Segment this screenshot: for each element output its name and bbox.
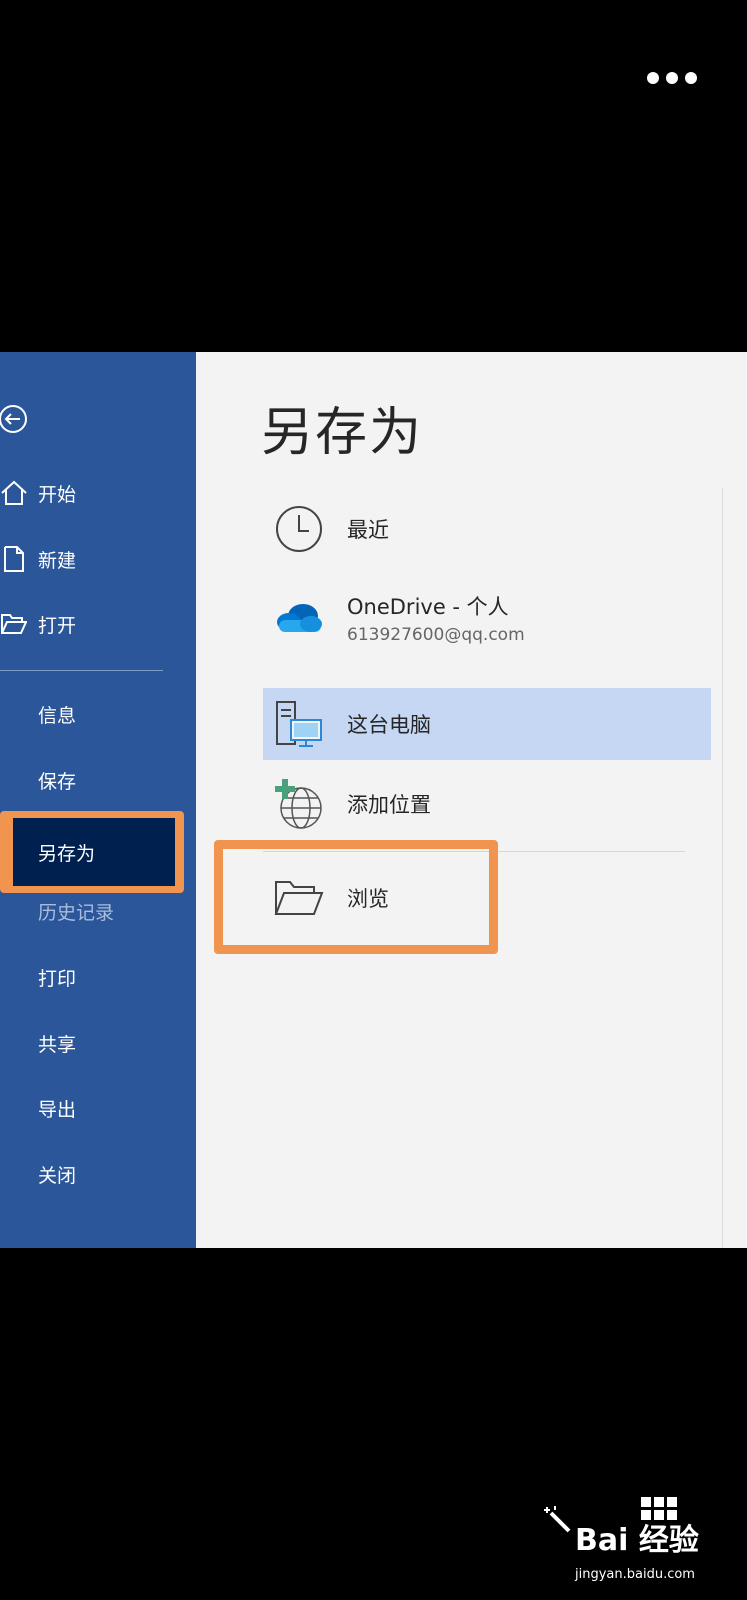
save-as-backstage: 开始 新建 打开 信息 保存 另存为 历史记录 打印 共享 导出 关闭 另存为 … — [0, 352, 747, 1248]
location-onedrive[interactable]: OneDrive - 个人 613927600@qq.com — [263, 580, 711, 656]
sidebar-item-label: 打开 — [38, 614, 77, 637]
this-pc-icon — [271, 696, 327, 752]
save-as-pane: 另存为 最近 OneDrive - 个人 613927600@qq.com 这台… — [196, 352, 747, 1248]
sidebar-item-close[interactable]: 关闭 — [0, 1156, 76, 1192]
sidebar-item-label: 导出 — [38, 1098, 77, 1121]
sidebar-item-label: 历史记录 — [38, 901, 115, 924]
sidebar-item-info[interactable]: 信息 — [0, 696, 76, 732]
sidebar-item-new[interactable]: 新建 — [0, 541, 76, 577]
home-icon — [0, 479, 28, 507]
open-folder-icon — [0, 610, 28, 638]
watermark-logo: Bai 经验 — [575, 1523, 699, 1558]
onedrive-cloud-icon — [271, 590, 327, 646]
sidebar-item-export[interactable]: 导出 — [0, 1090, 76, 1126]
sidebar-item-label: 关闭 — [38, 1164, 77, 1187]
new-document-icon — [0, 545, 28, 573]
watermark-url: jingyan.baidu.com — [575, 1567, 695, 1582]
sidebar-item-label: 开始 — [38, 483, 77, 506]
sidebar-item-open[interactable]: 打开 — [0, 606, 76, 642]
sidebar-item-history: 历史记录 — [0, 893, 114, 929]
magic-wand-icon — [544, 1506, 571, 1533]
location-label: OneDrive - 个人 — [347, 595, 509, 619]
location-recent[interactable]: 最近 — [263, 495, 711, 563]
sidebar-item-label: 打印 — [38, 967, 77, 990]
location-this-pc[interactable]: 这台电脑 — [263, 688, 711, 760]
sidebar-item-save[interactable]: 保存 — [0, 762, 76, 798]
location-label: 添加位置 — [347, 793, 431, 817]
sidebar-item-save-as[interactable]: 另存为 — [13, 818, 175, 886]
sidebar-item-home[interactable]: 开始 — [0, 475, 76, 511]
more-options-icon[interactable] — [647, 72, 697, 84]
sidebar-item-label: 新建 — [38, 549, 77, 572]
sidebar-item-label: 另存为 — [38, 842, 96, 865]
browse-highlight-box — [214, 840, 498, 954]
location-label: 这台电脑 — [347, 713, 431, 737]
clock-icon — [271, 501, 327, 557]
add-location-globe-icon — [271, 776, 327, 832]
sidebar-divider — [0, 670, 163, 671]
sidebar-item-label: 共享 — [38, 1033, 77, 1056]
backstage-sidebar: 开始 新建 打开 信息 保存 另存为 历史记录 打印 共享 导出 关闭 — [0, 352, 196, 1248]
sidebar-item-share[interactable]: 共享 — [0, 1025, 76, 1061]
location-account: 613927600@qq.com — [347, 625, 525, 645]
sidebar-item-label: 保存 — [38, 770, 77, 793]
sidebar-item-print[interactable]: 打印 — [0, 959, 76, 995]
page-title: 另存为 — [261, 403, 424, 463]
baidu-jingyan-watermark: Bai 经验 jingyan.baidu.com — [544, 1497, 745, 1595]
screen: 开始 新建 打开 信息 保存 另存为 历史记录 打印 共享 导出 关闭 另存为 … — [0, 0, 747, 1600]
back-arrow-icon[interactable] — [0, 404, 30, 434]
location-label: 最近 — [347, 518, 389, 542]
location-add-place[interactable]: 添加位置 — [263, 770, 711, 838]
pane-divider — [722, 488, 723, 1248]
sidebar-item-save-as-highlight: 另存为 — [0, 811, 184, 893]
sidebar-item-label: 信息 — [38, 704, 77, 727]
